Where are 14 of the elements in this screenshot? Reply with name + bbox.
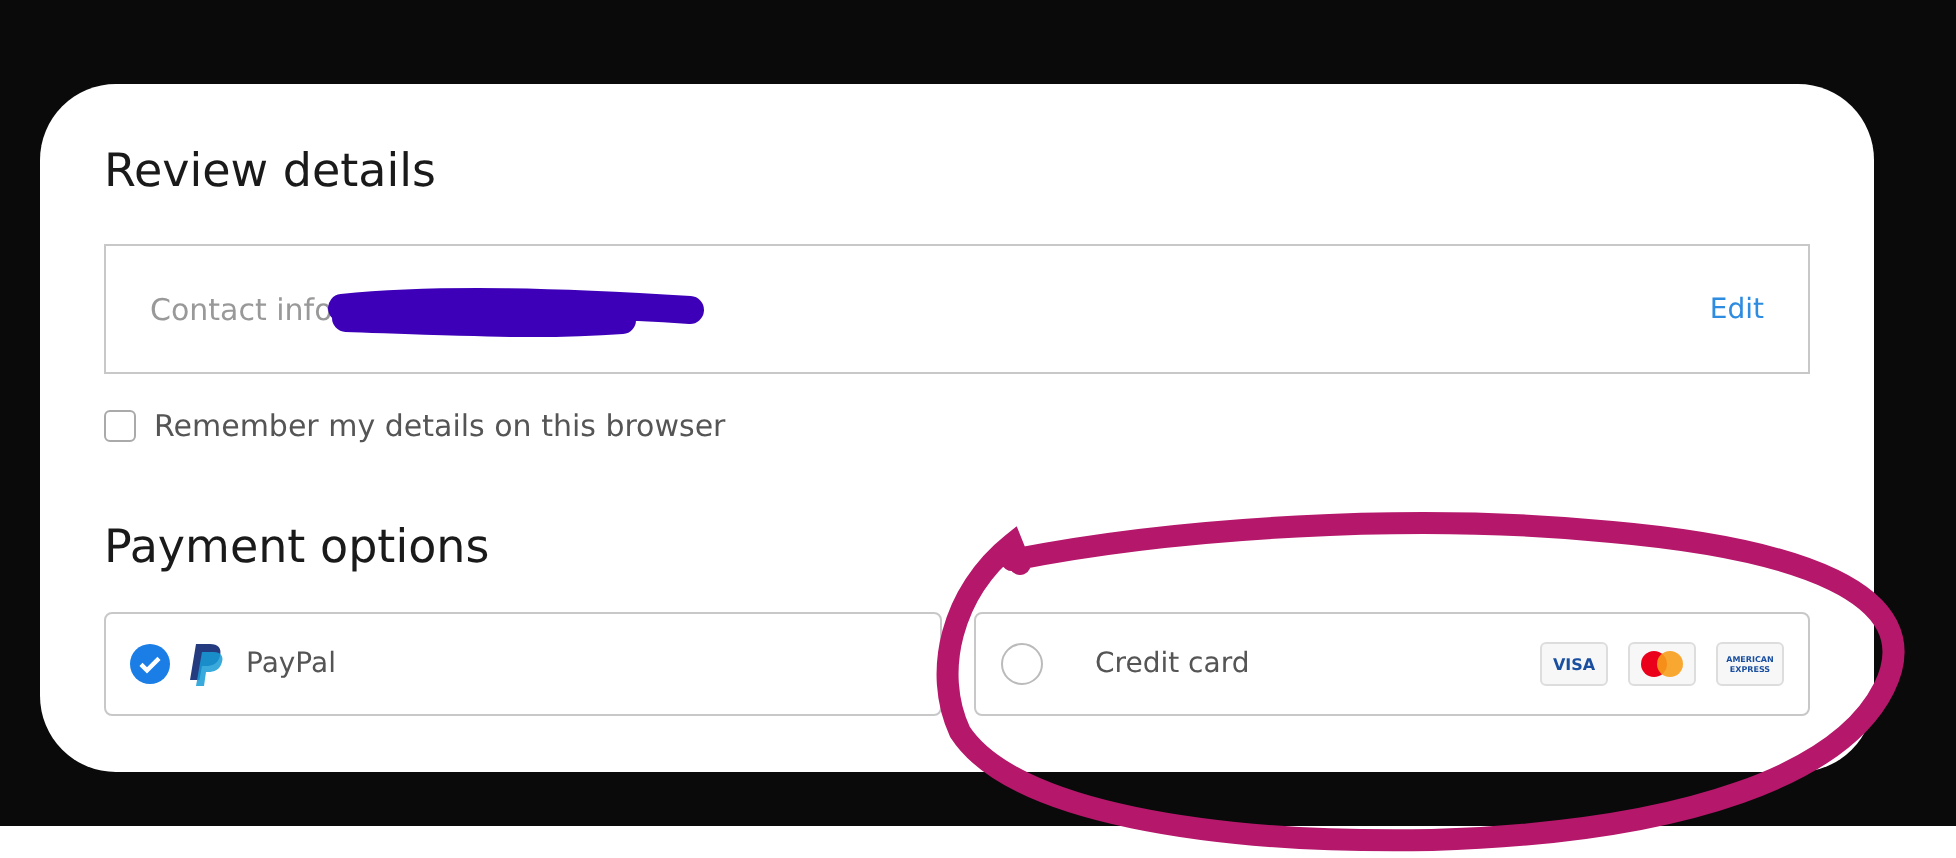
paypal-icon [190, 643, 226, 685]
remember-label: Remember my details on this browser [154, 408, 726, 444]
mastercard-logo [1628, 642, 1696, 686]
option-label: PayPal [246, 648, 338, 680]
visa-logo: VISA [1540, 642, 1608, 686]
payment-option[interactable]: PayPal [104, 612, 941, 716]
radio-button[interactable] [130, 644, 170, 684]
contact-info-label: Contact info [150, 291, 333, 327]
section-title: Payment options [104, 520, 492, 578]
checkbox[interactable] [104, 410, 136, 442]
edit-link[interactable]: Edit [1709, 293, 1764, 325]
section-title: Review details [104, 144, 438, 202]
radio-button[interactable] [999, 642, 1043, 686]
option-label: Credit card [1095, 648, 1252, 680]
